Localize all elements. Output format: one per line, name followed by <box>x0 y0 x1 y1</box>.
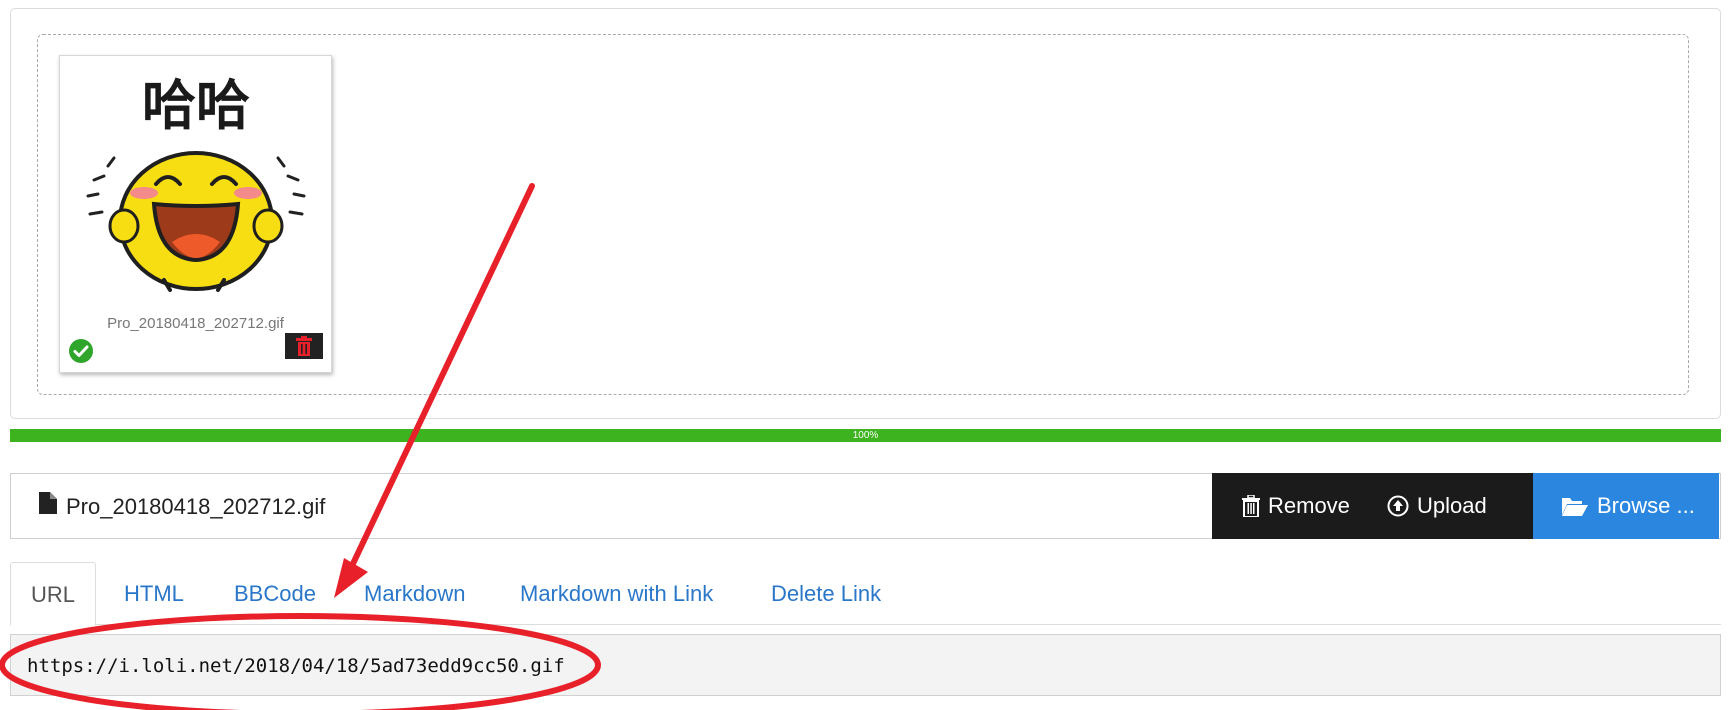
trash-icon <box>1242 495 1260 517</box>
file-preview-card: 哈哈 Pro_20180418_202712.gif <box>59 55 332 373</box>
upload-label: Upload <box>1417 493 1487 518</box>
upload-button[interactable]: Upload <box>1373 473 1533 539</box>
delete-file-button[interactable] <box>285 333 323 359</box>
selected-file-name: Pro_20180418_202712.gif <box>66 494 326 519</box>
result-url-field[interactable]: https://i.loli.net/2018/04/18/5ad73edd9c… <box>10 634 1721 696</box>
upload-progress-bar: 100% <box>10 429 1721 442</box>
remove-button[interactable]: Remove <box>1212 473 1373 539</box>
folder-open-icon <box>1562 498 1588 516</box>
remove-label: Remove <box>1268 493 1350 518</box>
tab-bbcode[interactable]: BBCode <box>234 562 316 625</box>
tab-url[interactable]: URL <box>10 562 96 626</box>
browse-button[interactable]: Browse ... <box>1533 473 1719 539</box>
tab-markdown-with-link[interactable]: Markdown with Link <box>520 562 713 625</box>
tab-delete-link[interactable]: Delete Link <box>771 562 881 625</box>
file-icon <box>39 492 57 514</box>
progress-label: 100% <box>852 430 879 441</box>
file-actions: Remove Upload Browse ... <box>1212 473 1719 539</box>
smiley-image: 哈哈 <box>86 74 306 292</box>
tab-markdown[interactable]: Markdown <box>364 562 465 625</box>
thumbnail-caption: 哈哈 <box>142 74 250 137</box>
preview-file-name: Pro_20180418_202712.gif <box>107 315 284 332</box>
upload-circle-icon <box>1387 495 1409 517</box>
result-url-text: https://i.loli.net/2018/04/18/5ad73edd9c… <box>27 655 565 677</box>
annotation-arrowhead <box>334 558 368 598</box>
trash-icon <box>296 336 312 356</box>
tab-html[interactable]: HTML <box>124 562 184 625</box>
browse-label: Browse ... <box>1597 493 1695 518</box>
check-circle-icon <box>69 339 93 363</box>
